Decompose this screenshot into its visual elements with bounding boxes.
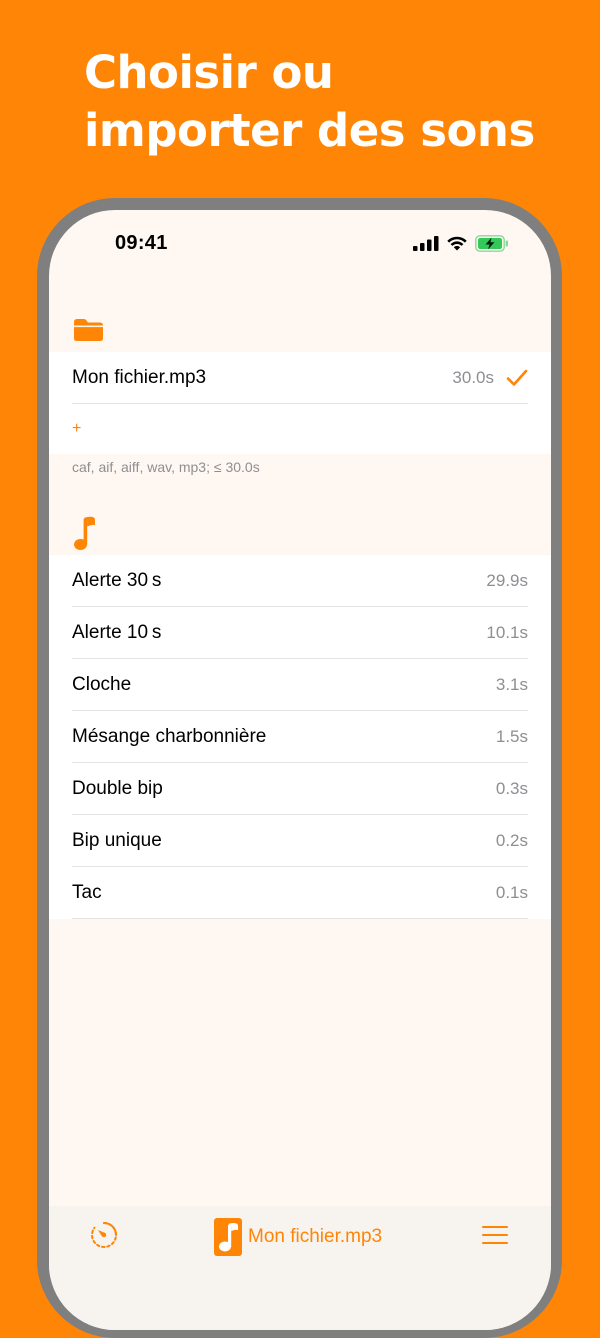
headline: Choisir ou importer des sons bbox=[84, 44, 584, 160]
music-note-badge-icon bbox=[214, 1218, 242, 1256]
wifi-icon bbox=[447, 236, 467, 251]
add-file-button[interactable]: + bbox=[72, 404, 551, 454]
menu-icon[interactable] bbox=[481, 1224, 509, 1246]
file-name: Mon fichier.mp3 bbox=[72, 366, 207, 388]
headline-line-1: Choisir ou bbox=[84, 46, 334, 99]
sound-name: Alerte 30 s bbox=[72, 569, 162, 591]
headline-line-2: importer des sons bbox=[84, 104, 535, 157]
sound-duration: 0.1s bbox=[495, 882, 528, 902]
sound-duration: 3.1s bbox=[495, 674, 528, 694]
sound-duration: 0.3s bbox=[495, 778, 528, 798]
sound-duration: 1.5s bbox=[495, 726, 528, 746]
sound-row[interactable]: Alerte 30 s 29.9s bbox=[72, 555, 528, 607]
file-row-right: 30.0s bbox=[452, 368, 528, 388]
tab-bar: Mon fichier.mp3 bbox=[49, 1206, 551, 1330]
sound-name: Double bip bbox=[72, 777, 163, 799]
sound-row[interactable]: Tac 0.1s bbox=[72, 867, 528, 919]
checkmark-icon bbox=[506, 369, 528, 386]
sound-row[interactable]: Bip unique 0.2s bbox=[72, 815, 528, 867]
folder-icon bbox=[74, 319, 103, 341]
current-sound-button[interactable]: Mon fichier.mp3 bbox=[214, 1218, 382, 1256]
signal-icon bbox=[413, 236, 439, 251]
battery-charging-icon bbox=[475, 234, 508, 252]
sound-name: Bip unique bbox=[72, 829, 162, 851]
sound-name: Tac bbox=[72, 881, 102, 903]
sound-row[interactable]: Alerte 10 s 10.1s bbox=[72, 607, 528, 659]
sound-name: Cloche bbox=[72, 673, 132, 695]
status-time: 09:41 bbox=[115, 232, 168, 254]
file-duration: 30.0s bbox=[452, 367, 494, 387]
add-file-label: + bbox=[72, 420, 82, 437]
sound-row[interactable]: Cloche 3.1s bbox=[72, 659, 528, 711]
status-bar: 09:41 bbox=[49, 210, 551, 274]
sound-duration: 0.2s bbox=[495, 830, 528, 850]
status-icons bbox=[413, 234, 509, 252]
sound-duration: 10.1s bbox=[486, 622, 528, 642]
sound-name: Mésange charbonnière bbox=[72, 725, 267, 747]
file-row-selected[interactable]: Mon fichier.mp3 30.0s bbox=[72, 352, 528, 404]
timer-icon[interactable] bbox=[89, 1220, 119, 1250]
supported-formats-note: caf, aif, aiff, wav, mp3; ≤ 30.0s bbox=[72, 459, 260, 475]
sound-row[interactable]: Mésange charbonnière 1.5s bbox=[72, 711, 528, 763]
current-sound-label: Mon fichier.mp3 bbox=[248, 1226, 383, 1247]
music-note-icon bbox=[74, 516, 95, 550]
files-list: Mon fichier.mp3 30.0s + bbox=[49, 352, 551, 454]
sound-name: Alerte 10 s bbox=[72, 621, 162, 643]
phone-screen: 09:41 Mon fichier.mp3 30.0s + caf, aif, … bbox=[49, 210, 551, 1330]
sounds-list: Alerte 30 s 29.9s Alerte 10 s 10.1s Cloc… bbox=[49, 555, 551, 919]
sound-duration: 29.9s bbox=[486, 570, 528, 590]
sound-row[interactable]: Double bip 0.3s bbox=[72, 763, 528, 815]
